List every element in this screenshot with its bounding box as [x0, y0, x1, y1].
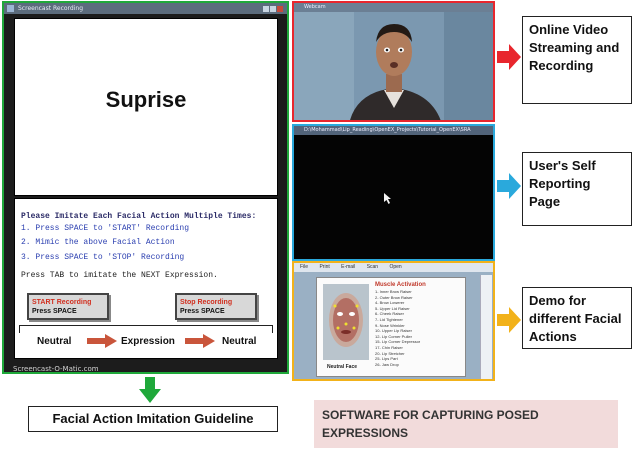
- guideline-window: Screencast Recording Suprise Please Imit…: [2, 1, 289, 374]
- report-window-title: D:\Mohammad\Lip_Reading\OpenEX_Projects\…: [304, 127, 471, 133]
- video-stream-window: Webcam: [292, 1, 495, 122]
- window-app-icon: [7, 5, 14, 12]
- report-window-titlebar: D:\Mohammad\Lip_Reading\OpenEX_Projects\…: [294, 126, 493, 135]
- instructions-panel: Please Imitate Each Facial Action Multip…: [14, 198, 278, 359]
- instruction-step: 3. Press SPACE to 'STOP' Recording: [21, 253, 185, 262]
- green-down-arrow-icon: [139, 377, 161, 403]
- demo-window: File Print E-mail Scan Open Neutral Face…: [292, 261, 495, 381]
- instructions-heading: Please Imitate Each Facial Action Multip…: [21, 212, 257, 221]
- flow-step-neutral-end: Neutral: [222, 336, 257, 347]
- instruction-step: 2. Mimic the above Facial Action: [21, 238, 175, 247]
- guideline-window-title: Screencast Recording: [18, 5, 83, 12]
- instruction-next: Press TAB to imitate the NEXT Expression…: [21, 271, 218, 280]
- right-arrow-icon: [87, 334, 117, 348]
- guideline-caption: Facial Action Imitation Guideline: [28, 406, 278, 432]
- close-icon[interactable]: [277, 6, 283, 12]
- flow-tick: [19, 325, 20, 333]
- face-caption: Neutral Face: [327, 364, 358, 370]
- toolbar-item[interactable]: Open: [389, 264, 401, 270]
- minimize-icon[interactable]: [263, 6, 269, 12]
- toolbar-item[interactable]: Print: [319, 264, 329, 270]
- demo-toolbar: File Print E-mail Scan Open: [294, 263, 493, 272]
- demo-page: Neutral Face Muscle Activation 1- Inner …: [316, 277, 466, 377]
- mouse-cursor-icon: [384, 193, 391, 204]
- flow-tick: [272, 325, 273, 333]
- muscle-face-image: [323, 284, 369, 360]
- red-arrow-icon: [497, 44, 521, 70]
- start-button-hint: Press SPACE: [32, 308, 77, 315]
- toolbar-item[interactable]: Scan: [367, 264, 378, 270]
- blue-arrow-icon: [497, 173, 521, 199]
- flow-step-neutral-start: Neutral: [37, 336, 72, 347]
- video-window-titlebar: Webcam: [294, 3, 493, 12]
- muscle-list-item: 26- Jaw Drop: [375, 361, 399, 367]
- toolbar-item[interactable]: File: [300, 264, 308, 270]
- guideline-window-titlebar: Screencast Recording: [4, 3, 287, 14]
- stop-recording-button[interactable]: Stop Recording Press SPACE: [175, 293, 257, 320]
- flow-timeline: [19, 325, 273, 326]
- maximize-icon[interactable]: [270, 6, 276, 12]
- orange-arrow-icon: [497, 307, 521, 333]
- stop-button-hint: Press SPACE: [180, 308, 225, 315]
- self-report-window: D:\Mohammad\Lip_Reading\OpenEX_Projects\…: [292, 124, 495, 261]
- webcam-feed-image: [294, 12, 493, 120]
- software-banner: SOFTWARE FOR CAPTURING POSED EXPRESSIONS: [314, 400, 618, 448]
- muscle-panel-title: Muscle Activation: [375, 282, 426, 288]
- muscle-list: 1- Inner Brow Raiser 2- Outer Brow Raise…: [375, 289, 420, 367]
- demo-side-panel[interactable]: [480, 275, 492, 379]
- expression-label: Suprise: [105, 87, 187, 112]
- callout-demo-facial-actions: Demo for different Facial Actions: [522, 287, 632, 349]
- toolbar-item[interactable]: E-mail: [341, 264, 355, 270]
- flow-step-expression: Expression: [121, 336, 175, 347]
- start-recording-button[interactable]: START Recording Press SPACE: [27, 293, 109, 320]
- callout-video-streaming: Online Video Streaming and Recording: [522, 16, 632, 104]
- instruction-step: 1. Press SPACE to 'START' Recording: [21, 224, 190, 233]
- stop-button-label: Stop Recording: [180, 299, 233, 306]
- window-controls: [262, 5, 284, 12]
- video-window-title: Webcam: [304, 4, 326, 10]
- start-button-label: START Recording: [32, 299, 92, 306]
- watermark: Screencast-O-Matic.com: [13, 365, 99, 373]
- right-arrow-icon: [185, 334, 215, 348]
- callout-self-reporting: User's Self Reporting Page: [522, 152, 632, 226]
- expression-panel: Suprise: [14, 18, 278, 196]
